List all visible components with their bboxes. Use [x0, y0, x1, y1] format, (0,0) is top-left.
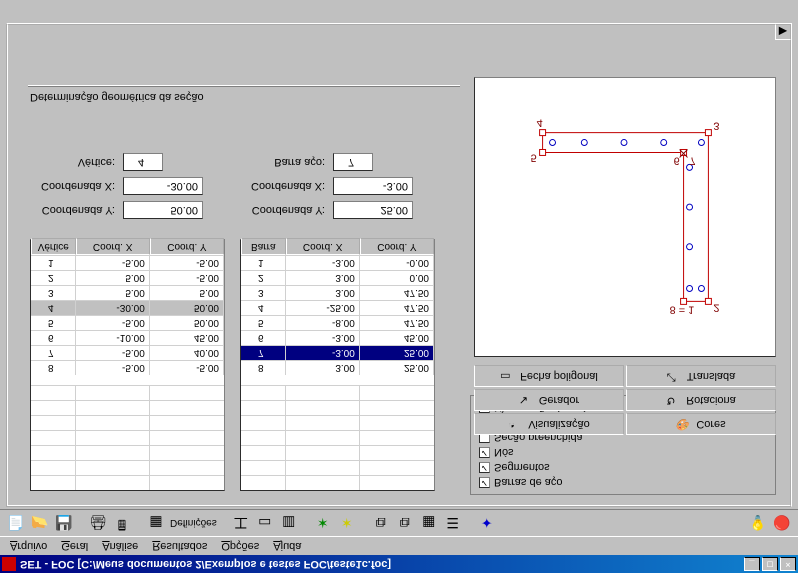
chk-nos[interactable]: ✓ — [479, 447, 490, 458]
table-row[interactable]: 5-8.0047.50 — [241, 315, 434, 330]
window-title: SET - FOC [C:/Meus documentos 2/Exemplos… — [20, 558, 744, 570]
section-canvas[interactable]: 8 = 1 2 3 4 5 6 7 — [474, 77, 776, 357]
svg-text:5: 5 — [531, 151, 537, 163]
table-row[interactable]: 83.0025.00 — [241, 360, 434, 375]
tool-ibeam-icon[interactable]: 工 — [231, 513, 251, 533]
table-row[interactable]: 23.000.00 — [241, 270, 434, 285]
svg-text:2: 2 — [713, 301, 719, 313]
tool-new-icon[interactable]: 📄 — [6, 513, 26, 533]
svg-text:3: 3 — [713, 120, 719, 132]
table-row[interactable]: 8-5.00-5.00 — [31, 360, 224, 375]
tool-open-icon[interactable]: 📂 — [30, 513, 50, 533]
menu-geral[interactable]: Geral — [55, 539, 94, 553]
opt-label: Nós — [494, 447, 514, 459]
menu-resultados[interactable]: Resultados — [146, 539, 213, 553]
svg-text:8 = 1: 8 = 1 — [670, 303, 695, 315]
btn-rotaciona[interactable]: ↻Rotaciona — [626, 389, 776, 411]
coordx-label: Coordenada X: — [28, 180, 123, 192]
col-coordy[interactable]: Coord. Y — [150, 238, 224, 255]
tool-chart3-icon[interactable]: ▦ — [419, 513, 439, 533]
table-row[interactable]: 35.005.00 — [31, 285, 224, 300]
svg-text:7: 7 — [690, 154, 696, 166]
tool-print-icon[interactable]: 🖨 — [88, 513, 108, 533]
close-button[interactable]: × — [780, 557, 796, 571]
chk-segmentos[interactable]: ✓ — [479, 462, 490, 473]
status-label: Determinação geométrica da seção — [30, 91, 204, 103]
polygon-icon: ▭ — [500, 369, 514, 383]
tool-save-icon[interactable]: 💾 — [54, 513, 74, 533]
col-coordy[interactable]: Coord. Y — [360, 238, 434, 255]
tool-list-icon[interactable]: ▥ — [279, 513, 299, 533]
tool-chart2-icon[interactable]: ⧉ — [395, 513, 415, 533]
svg-text:4: 4 — [537, 117, 543, 129]
table-row[interactable]: 1-3.00-0.00 — [241, 255, 434, 270]
tool-calc-icon[interactable]: 🖩 — [112, 513, 132, 533]
tool-target-icon[interactable]: ✦ — [477, 513, 497, 533]
barra-label: Barra aço: — [238, 156, 333, 168]
menubar: Arquivo Geral Análise Resultados Opções … — [0, 537, 798, 555]
btn-gerador[interactable]: ↘Gerador — [474, 389, 624, 411]
menu-ajuda[interactable]: Ajuda — [267, 539, 307, 553]
barra-coordy-input[interactable] — [333, 201, 413, 219]
chk-barras-aco[interactable]: ✓ — [479, 477, 490, 488]
vertice-input[interactable] — [123, 153, 163, 171]
coordy-label: Coordenada Y: — [28, 204, 123, 216]
btn-fecha-poligonal[interactable]: ▭Fecha poligonal — [474, 365, 624, 387]
tool-section-icon[interactable]: ▭ — [255, 513, 275, 533]
vertice-coordy-input[interactable] — [123, 201, 203, 219]
tool-definicoes[interactable]: Definições — [170, 513, 217, 533]
tool-grid-icon[interactable]: ▦ — [146, 513, 166, 533]
barra-coordx-input[interactable] — [333, 177, 413, 195]
maximize-button[interactable]: □ — [762, 557, 778, 571]
vertice-coordx-input[interactable] — [123, 177, 203, 195]
btn-visualizacao[interactable]: ◔Visualização — [474, 413, 624, 435]
table-row[interactable]: 25.00-5.00 — [31, 270, 224, 285]
rotate-icon: ↻ — [666, 393, 680, 407]
toolbar: 📄 📂 💾 🖨 🖩 ▦ Definições 工 ▭ ▥ ✶ ✶ ⧉ ⧉ ▦ ☰… — [0, 509, 798, 537]
col-coordx[interactable]: Coord. X — [76, 238, 150, 255]
table-row[interactable]: 7-5.0040.00 — [31, 345, 224, 360]
col-vertice[interactable]: Vértice — [31, 238, 76, 255]
tool-help-icon[interactable]: 💡 — [748, 513, 768, 533]
palette-icon: 🎨 — [676, 417, 690, 431]
menu-analise[interactable]: Análise — [96, 539, 144, 553]
menu-arquivo[interactable]: Arquivo — [4, 539, 53, 553]
translate-icon: ⤢ — [667, 369, 681, 383]
table-row[interactable]: 33.0047.50 — [241, 285, 434, 300]
coordx-label: Coordenada X: — [238, 180, 333, 192]
coordy-label: Coordenada Y: — [238, 204, 333, 216]
tool-tree1-icon[interactable]: ✶ — [313, 513, 333, 533]
tool-exit-icon[interactable]: 🔴 — [772, 513, 792, 533]
table-row[interactable]: 4-25.0047.50 — [241, 300, 434, 315]
eye-icon: ◔ — [508, 417, 522, 431]
opt-label: Barras de aço — [494, 477, 562, 489]
vertice-label: Vértice: — [28, 156, 123, 168]
table-row[interactable]: 6-10.0045.00 — [31, 330, 224, 345]
tool-tree2-icon[interactable]: ✶ — [337, 513, 357, 533]
minimize-button[interactable]: _ — [744, 557, 760, 571]
barras-grid[interactable]: 83.0025.007-3.0025.006-3.0045.005-8.0047… — [240, 239, 435, 491]
scroll-right-button[interactable]: ▶ — [775, 24, 791, 40]
tool-chart1-icon[interactable]: ⧉ — [371, 513, 391, 533]
tool-chart4-icon[interactable]: ☰ — [443, 513, 463, 533]
opt-label: Segmentos — [494, 462, 550, 474]
svg-text:6: 6 — [674, 154, 680, 166]
barra-input[interactable] — [333, 153, 373, 171]
table-row[interactable]: 6-3.0045.00 — [241, 330, 434, 345]
btn-cores[interactable]: 🎨Cores — [626, 413, 776, 435]
vertices-grid[interactable]: 8-5.00-5.007-5.0040.006-10.0045.005-5.00… — [30, 239, 225, 491]
status-rule — [28, 85, 460, 87]
col-coordx[interactable]: Coord. X — [286, 238, 360, 255]
col-barra[interactable]: Barra — [241, 238, 286, 255]
table-row[interactable]: 1-5.00-5.00 — [31, 255, 224, 270]
app-icon — [2, 557, 16, 571]
table-row[interactable]: 5-5.0050.00 — [31, 315, 224, 330]
btn-translada[interactable]: ⤢Translada — [626, 365, 776, 387]
title-bar: SET - FOC [C:/Meus documentos 2/Exemplos… — [0, 555, 798, 573]
table-row[interactable]: 7-3.0025.00 — [241, 345, 434, 360]
menu-opcoes[interactable]: Opções — [215, 539, 265, 553]
wand-icon: ↘ — [519, 393, 533, 407]
table-row[interactable]: 4-30.0050.00 — [31, 300, 224, 315]
